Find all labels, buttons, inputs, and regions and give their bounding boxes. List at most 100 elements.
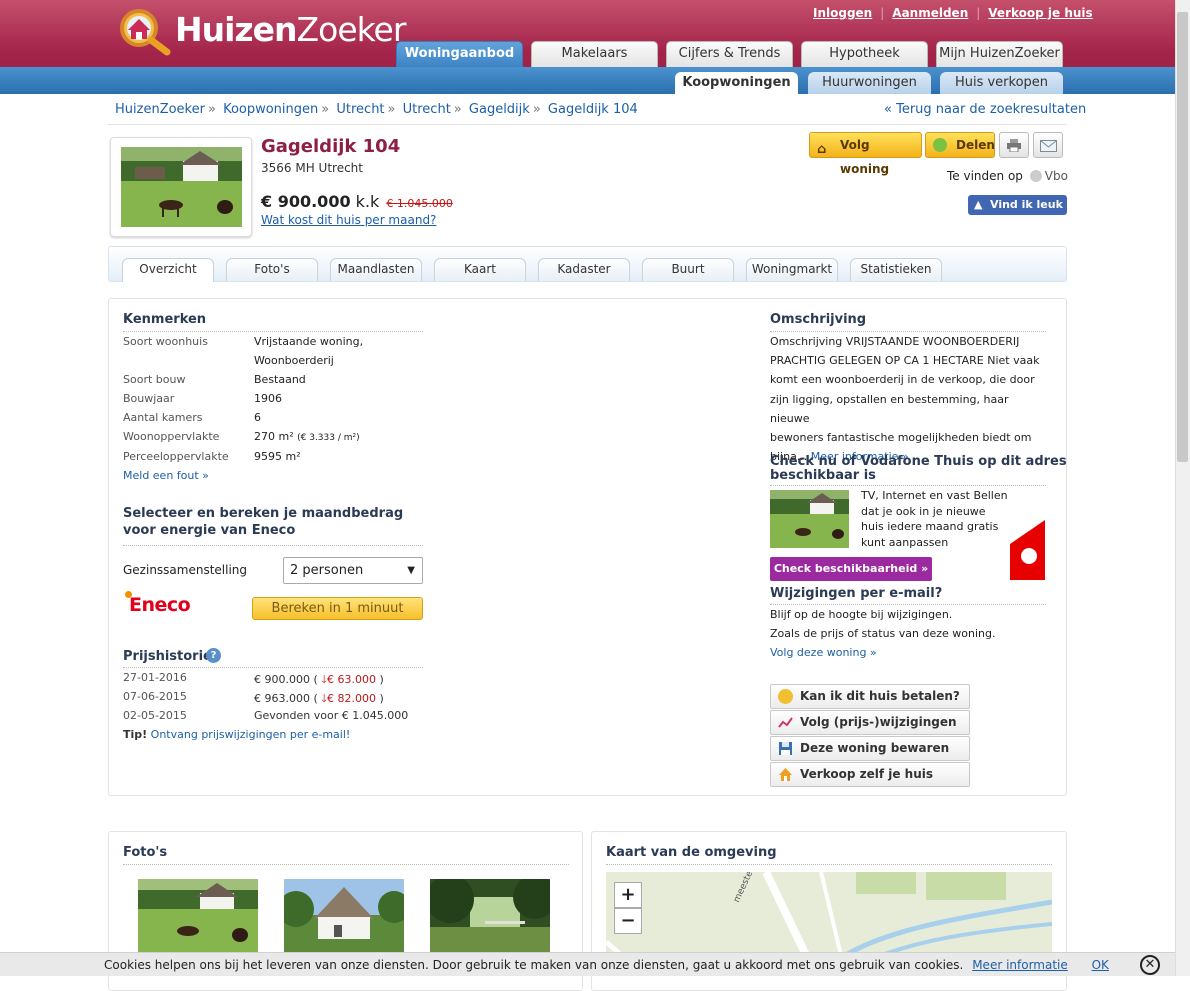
sub-tab-koopwoningen[interactable]: Koopwoningen	[675, 72, 798, 94]
main-tab-woningaanbod[interactable]: Woningaanbod	[396, 41, 523, 67]
breadcrumb-item[interactable]: Utrecht	[403, 102, 451, 117]
breadcrumb-separator: »	[207, 102, 216, 117]
scrollbar-thumb[interactable]	[1177, 12, 1188, 462]
main-tab-makelaars[interactable]: Makelaars	[531, 41, 658, 67]
energy-heading-line2: voor energie van Eneco	[123, 523, 296, 538]
feature-label: Woonoppervlakte	[123, 430, 220, 443]
main-tab-hypotheek[interactable]: Hypotheek	[801, 41, 928, 67]
magnifier-house-icon	[120, 9, 171, 56]
email-button[interactable]	[1033, 132, 1063, 158]
follow-button[interactable]: ⌂ Volg woning	[809, 132, 922, 176]
zoom-in-button[interactable]: +	[614, 882, 642, 908]
chart-line-icon	[778, 717, 793, 728]
photo-thumbnail[interactable]	[430, 879, 550, 952]
tab-statistieken[interactable]: Statistieken	[850, 258, 942, 281]
email-updates-heading: Wijzigingen per e-mail?	[770, 586, 943, 601]
check-availability-button[interactable]: Check beschikbaarheid »	[770, 557, 932, 581]
tab-buurt[interactable]: Buurt	[642, 258, 734, 281]
save-disk-icon	[779, 742, 792, 755]
print-button[interactable]	[999, 132, 1029, 158]
history-price: € 900.000 ( 🡓€ 63.000 )	[254, 673, 384, 686]
household-label: Gezinssamenstelling	[123, 563, 248, 577]
divider	[123, 331, 423, 332]
signup-link[interactable]: Aanmelden	[892, 6, 968, 20]
share-label: Delen	[956, 138, 995, 152]
tip-label: Tip!	[123, 728, 148, 741]
follow-label: Volg woning	[840, 138, 890, 176]
follow-home-link[interactable]: Volg deze woning »	[770, 646, 877, 659]
site-logo[interactable]: HuizenZoeker	[113, 4, 406, 58]
help-icon[interactable]: ?	[206, 648, 221, 663]
email-updates-text: Blijf op de hoogte bij wijzigingen.	[770, 608, 953, 621]
logo-text-bold: Huizen	[175, 10, 298, 49]
feature-value-main: 270 m²	[254, 430, 294, 443]
divider	[108, 124, 1067, 125]
property-address: 3566 MH Utrecht	[261, 161, 363, 175]
description-line: zijn ligging, opstallen en bestemming, h…	[770, 392, 1009, 425]
report-error-link[interactable]: Meld een fout »	[123, 469, 209, 482]
breadcrumb-item[interactable]: HuizenZoeker	[115, 102, 205, 117]
monthly-cost-link[interactable]: Wat kost dit huis per maand?	[261, 213, 436, 227]
tab-woningmarkt[interactable]: Woningmarkt	[746, 258, 838, 281]
photo-thumbnail[interactable]	[138, 879, 258, 952]
vodafone-text: TV, Internet en vast Bellen dat je ook i…	[861, 489, 1008, 549]
affordability-button[interactable]: Kan ik dit huis betalen?	[770, 684, 970, 709]
facebook-like-button[interactable]: ▲ Vind ik leuk 0	[968, 195, 1067, 231]
main-tab-mijn-huizenzoeker[interactable]: Mijn HuizenZoeker	[936, 41, 1063, 67]
tab-overzicht[interactable]: Overzicht	[122, 258, 214, 282]
household-select[interactable]: 2 personen ▼	[283, 557, 423, 584]
property-price: € 900.000 k.k € 1.045.000	[261, 192, 453, 211]
divider	[123, 864, 569, 865]
breadcrumb-item[interactable]: Gageldijk 104	[548, 102, 638, 117]
breadcrumb-separator: »	[532, 102, 541, 117]
photo-thumbnail[interactable]	[284, 879, 404, 952]
cookie-text: Cookies helpen ons bij het leveren van o…	[104, 958, 964, 972]
description-line: bewoners fantastische mogelijkheden bied…	[770, 431, 1032, 445]
tab-maandlasten[interactable]: Maandlasten	[330, 258, 422, 281]
history-found: Gevonden voor € 1.045.000	[254, 709, 409, 722]
share-button[interactable]: Delen	[925, 132, 995, 158]
sell-yourself-button[interactable]: Verkoop zelf je huis	[770, 762, 970, 787]
dropdown-arrow-icon: ▼	[407, 565, 415, 576]
back-to-results-link[interactable]: « Terug naar de zoekresultaten	[884, 102, 1086, 117]
kenmerken-heading: Kenmerken	[123, 312, 207, 327]
feature-label: Aantal kamers	[123, 411, 203, 424]
close-icon[interactable]: ✕	[1140, 955, 1160, 975]
map-heading: Kaart van de omgeving	[606, 845, 777, 860]
breadcrumb-item[interactable]: Utrecht	[336, 102, 384, 117]
feature-value: Bestaand	[254, 373, 306, 386]
vodafone-heading-line2: beschikbaar is	[770, 468, 876, 483]
divider	[123, 667, 423, 668]
description-line: Omschrijving VRIJSTAANDE WOONBOERDERIJ	[770, 335, 1020, 348]
household-selected: 2 personen	[290, 563, 364, 578]
tab-kadaster[interactable]: Kadaster	[538, 258, 630, 281]
sub-tab-huurwoningen[interactable]: Huurwoningen	[808, 72, 931, 94]
breadcrumb-item[interactable]: Koopwoningen	[223, 102, 318, 117]
tab-fotos[interactable]: Foto's	[226, 258, 318, 281]
sell-house-link[interactable]: Verkoop je huis	[988, 6, 1092, 20]
price-alert-link[interactable]: Ontvang prijswijzigingen per e-mail!	[151, 728, 351, 741]
calculate-button[interactable]: Bereken in 1 minuut	[252, 597, 423, 620]
history-change: € 82.000	[327, 692, 376, 705]
feature-label: Perceeloppervlakte	[123, 450, 229, 463]
login-link[interactable]: Inloggen	[813, 6, 872, 20]
save-home-button[interactable]: Deze woning bewaren	[770, 736, 970, 761]
thumbs-up-icon: ▲	[974, 198, 983, 211]
top-links: Inloggen | Aanmelden | Verkoop je huis	[813, 6, 1093, 20]
found-on-label: Te vinden op	[947, 169, 1023, 183]
sub-tab-huis-verkopen[interactable]: Huis verkopen	[940, 72, 1063, 94]
affordability-label: Kan ik dit huis betalen?	[800, 689, 960, 703]
cookie-more-link[interactable]: Meer informatie	[972, 958, 1068, 972]
description-text: Omschrijving VRIJSTAANDE WOONBOERDERIJ P…	[770, 332, 1050, 466]
zoom-out-button[interactable]: −	[614, 908, 642, 934]
cookie-ok-link[interactable]: OK	[1092, 958, 1109, 972]
tab-kaart[interactable]: Kaart	[434, 258, 526, 281]
breadcrumb-item[interactable]: Gageldijk	[469, 102, 530, 117]
main-photo-frame[interactable]	[110, 137, 252, 237]
feature-value: Woonboerderij	[254, 354, 334, 367]
follow-changes-button[interactable]: Volg (prijs-)wijzigingen	[770, 710, 970, 735]
main-tab-cijfers-trends[interactable]: Cijfers & Trends	[666, 41, 793, 67]
divider	[770, 485, 1046, 486]
price-suffix: k.k	[355, 192, 380, 211]
facebook-like-label: Vind ik leuk 0	[990, 198, 1063, 231]
